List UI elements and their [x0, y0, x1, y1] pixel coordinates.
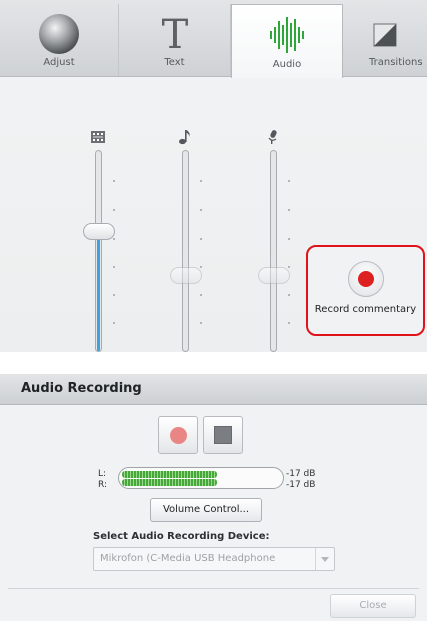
close-button[interactable]: Close — [330, 594, 416, 618]
stop-square-icon — [214, 426, 232, 444]
tab-text[interactable]: T Text — [119, 4, 231, 76]
device-select-label: Select Audio Recording Device: — [93, 531, 270, 542]
music-note-icon — [179, 130, 190, 145]
chevron-down-icon[interactable] — [315, 548, 334, 570]
narration-volume-track[interactable] — [270, 150, 277, 352]
record-commentary-button[interactable] — [348, 261, 384, 297]
tab-transitions-label: Transitions — [369, 57, 423, 68]
audio-waveform-icon — [270, 17, 304, 53]
tick-mark — [200, 266, 202, 268]
tick-mark — [113, 209, 115, 211]
tab-bar: Adjust T Text Audio Transitions — [0, 0, 427, 78]
left-db-value: -17 dB — [286, 469, 316, 479]
tick-mark — [113, 322, 115, 324]
tab-text-label: Text — [164, 57, 185, 68]
tick-mark — [200, 209, 202, 211]
tick-mark — [288, 266, 290, 268]
tab-transitions[interactable]: Transitions — [343, 4, 427, 76]
tick-mark — [288, 322, 290, 324]
divider — [8, 588, 419, 589]
tick-mark — [288, 180, 290, 182]
svg-text:T: T — [161, 12, 188, 56]
panel-header: Audio Recording — [0, 374, 427, 405]
tab-adjust[interactable]: Adjust — [0, 4, 119, 76]
microphone-icon — [268, 130, 277, 144]
tick-mark — [288, 294, 290, 296]
video-volume-fill — [97, 229, 100, 351]
music-volume-slider-handle[interactable] — [170, 267, 202, 285]
narration-volume-slider-handle[interactable] — [258, 267, 290, 285]
music-volume-track[interactable] — [182, 150, 189, 352]
record-commentary-label: Record commentary — [314, 304, 417, 315]
tick-mark — [113, 266, 115, 268]
record-circle-icon — [170, 427, 187, 444]
tick-mark — [288, 238, 290, 240]
input-level-meter — [118, 467, 284, 489]
stop-button[interactable] — [203, 416, 243, 454]
right-level-bar — [122, 479, 217, 486]
tick-mark — [200, 322, 202, 324]
transitions-icon — [373, 23, 397, 47]
left-level-bar — [122, 471, 217, 478]
meter-left-label: L: — [98, 469, 107, 479]
video-volume-track[interactable] — [95, 150, 102, 352]
text-t-icon: T — [161, 12, 188, 56]
panel-title: Audio Recording — [21, 381, 142, 396]
tick-mark — [113, 180, 115, 182]
film-strip-icon — [91, 131, 105, 143]
audio-mixer-area: Adjust T Text Audio Transitions Record c… — [0, 0, 427, 352]
volume-control-button[interactable]: Volume Control... — [150, 498, 262, 522]
tick-mark — [200, 180, 202, 182]
tick-mark — [113, 238, 115, 240]
meter-right-label: R: — [98, 480, 108, 490]
video-volume-slider-handle[interactable] — [83, 222, 115, 240]
right-db-value: -17 dB — [286, 480, 316, 490]
record-commentary-highlight: Record commentary — [306, 245, 425, 336]
adjust-sphere-icon — [39, 14, 79, 54]
tick-mark — [200, 238, 202, 240]
device-select-value: Mikrofon (C-Media USB Headphone — [100, 553, 276, 564]
tick-mark — [113, 294, 115, 296]
recording-device-select[interactable]: Mikrofon (C-Media USB Headphone — [93, 547, 335, 571]
tab-audio-label: Audio — [272, 59, 302, 70]
tab-adjust-label: Adjust — [43, 57, 75, 68]
tick-mark — [200, 294, 202, 296]
tick-mark — [288, 209, 290, 211]
tab-audio[interactable]: Audio — [231, 4, 343, 78]
record-button[interactable] — [158, 416, 198, 454]
